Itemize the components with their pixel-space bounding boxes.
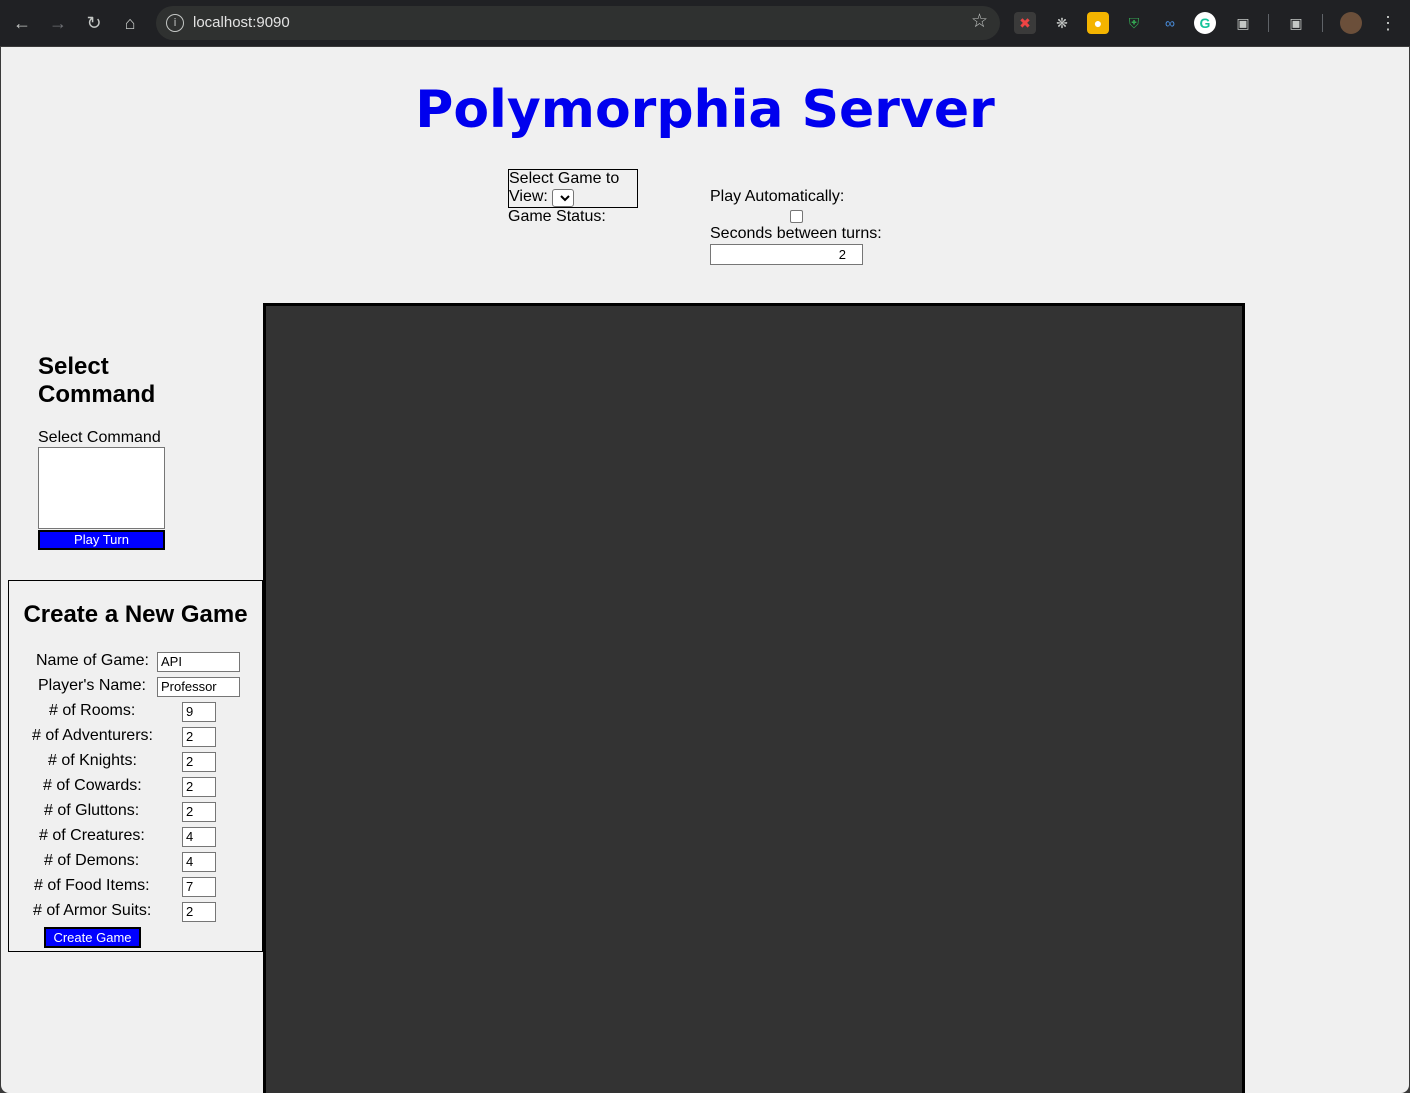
- play-automatically-label: Play Automatically:: [710, 188, 845, 205]
- back-arrow-icon[interactable]: ←: [10, 11, 34, 35]
- adventurers-input[interactable]: 2: [182, 727, 216, 747]
- demons-label: # of Demons:: [44, 852, 140, 869]
- select-command-heading: Select Command: [38, 353, 156, 408]
- armor-suits-label: # of Armor Suits:: [33, 902, 152, 919]
- command-list[interactable]: [38, 447, 165, 529]
- knights-label: # of Knights:: [48, 752, 137, 769]
- page-viewport: Polymorphia Server Select Game to View: …: [1, 47, 1409, 1093]
- toolbar-separator: [1322, 14, 1323, 32]
- player-name-label: Player's Name:: [38, 677, 146, 694]
- rooms-input[interactable]: 9: [182, 702, 216, 722]
- forward-arrow-icon[interactable]: →: [46, 11, 70, 35]
- address-url[interactable]: localhost:9090: [193, 14, 290, 31]
- extension-keep-icon[interactable]: ●: [1087, 12, 1109, 34]
- create-game-button[interactable]: Create Game: [44, 927, 141, 948]
- game-select-container: Select Game to View:: [508, 169, 638, 208]
- home-icon[interactable]: ⌂: [118, 11, 142, 35]
- toolbar-separator: [1268, 14, 1269, 32]
- extension-shield-icon[interactable]: ⛨: [1123, 12, 1145, 34]
- cowards-label: # of Cowards:: [43, 777, 142, 794]
- extension-react-icon[interactable]: ❋: [1051, 12, 1073, 34]
- play-turn-button[interactable]: Play Turn: [38, 530, 165, 550]
- extension-link-icon[interactable]: ∞: [1159, 12, 1181, 34]
- creatures-label: # of Creatures:: [39, 827, 145, 844]
- demons-input[interactable]: 4: [182, 852, 216, 872]
- food-items-label: # of Food Items:: [34, 877, 150, 894]
- site-info-icon[interactable]: i: [166, 14, 184, 32]
- game-status-label: Game Status:: [508, 208, 606, 225]
- address-bar[interactable]: i localhost:9090 ☆: [156, 6, 1000, 40]
- play-automatically-checkbox[interactable]: [790, 210, 803, 223]
- game-name-input[interactable]: API: [157, 652, 240, 672]
- browser-toolbar: ← → ↻ ⌂ i localhost:9090 ☆ ✖ ❋ ● ⛨ ∞ G ▣…: [0, 0, 1410, 46]
- extension-block-icon[interactable]: ✖: [1014, 12, 1036, 34]
- page-title: Polymorphia Server: [415, 80, 995, 140]
- food-items-input[interactable]: 7: [182, 877, 216, 897]
- armor-suits-input[interactable]: 2: [182, 902, 216, 922]
- extensions-puzzle-icon[interactable]: ▣: [1232, 12, 1254, 34]
- select-command-label: Select Command: [38, 429, 161, 446]
- gluttons-label: # of Gluttons:: [44, 802, 140, 819]
- adventurers-label: # of Adventurers:: [32, 727, 153, 744]
- seconds-between-turns-label: Seconds between turns:: [710, 225, 882, 242]
- create-game-heading: Create a New Game: [23, 601, 248, 628]
- cowards-input[interactable]: 2: [182, 777, 216, 797]
- rooms-label: # of Rooms:: [49, 702, 136, 719]
- seconds-between-turns-input[interactable]: 2: [710, 244, 863, 265]
- extension-grammarly-icon[interactable]: G: [1194, 12, 1216, 34]
- gluttons-input[interactable]: 2: [182, 802, 216, 822]
- reload-icon[interactable]: ↻: [82, 11, 106, 35]
- bookmark-star-icon[interactable]: ☆: [971, 10, 988, 33]
- creatures-input[interactable]: 4: [182, 827, 216, 847]
- knights-input[interactable]: 2: [182, 752, 216, 772]
- player-name-input[interactable]: Professor: [157, 677, 240, 697]
- screenshot-icon[interactable]: ▣: [1285, 12, 1307, 34]
- game-canvas[interactable]: [263, 303, 1245, 1093]
- menu-kebab-icon[interactable]: ⋮: [1377, 12, 1399, 34]
- profile-avatar[interactable]: [1340, 12, 1362, 34]
- game-name-label: Name of Game:: [36, 652, 149, 669]
- game-select-dropdown[interactable]: [552, 189, 574, 207]
- create-game-form: Create a New Game Name of Game: API Play…: [8, 580, 263, 952]
